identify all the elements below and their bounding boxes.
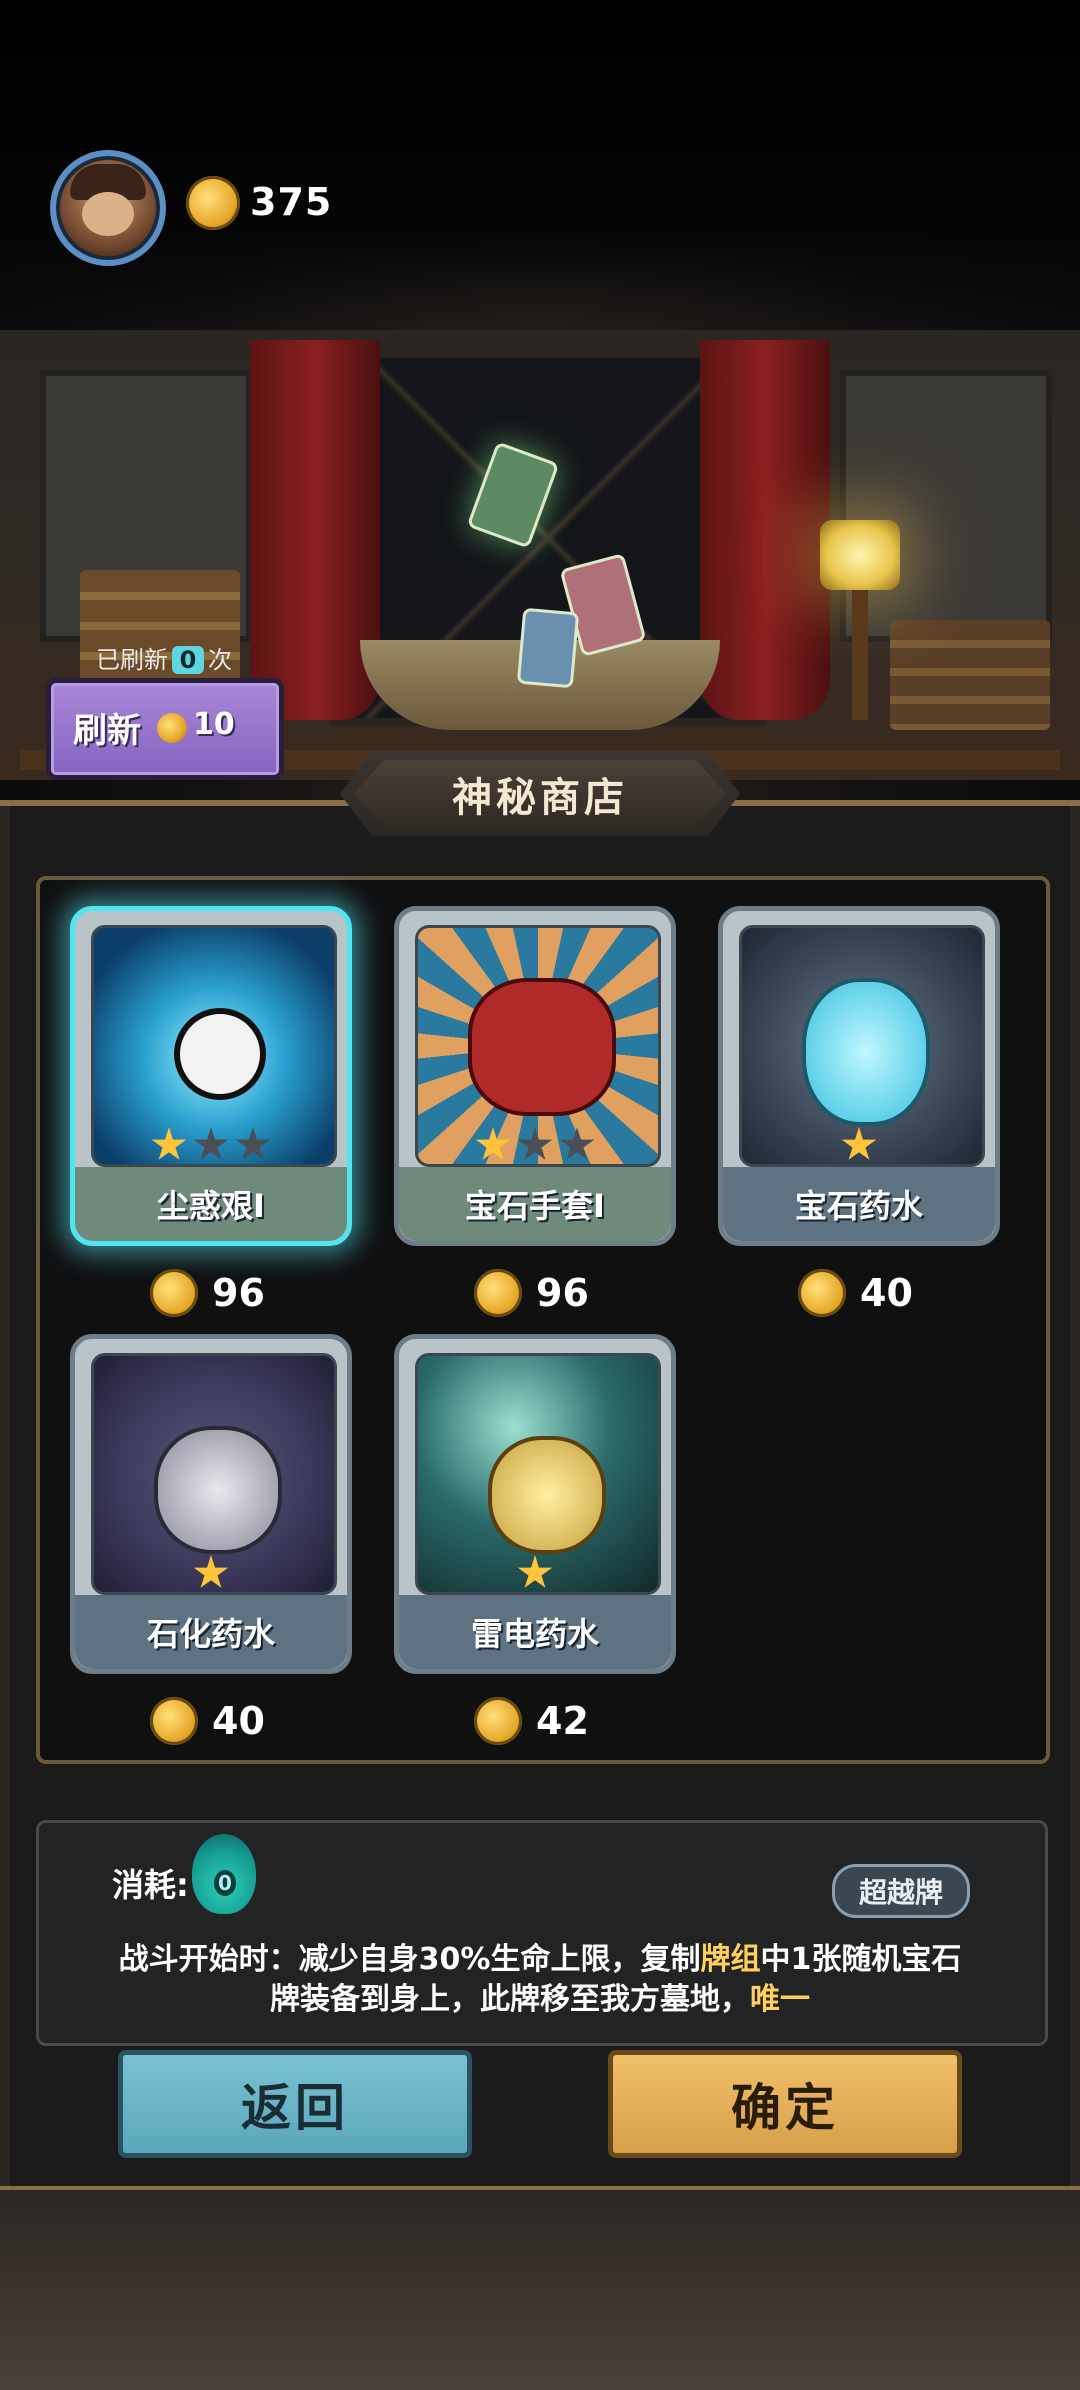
- potion-bottle-icon: [802, 978, 930, 1126]
- star-icon: [559, 1127, 595, 1160]
- desc-highlight: 唯一: [750, 1982, 810, 2017]
- avatar-face: [82, 192, 134, 236]
- refresh-button[interactable]: 刷新 10: [46, 678, 284, 780]
- book-stack-right: [890, 620, 1050, 730]
- coin-icon: [157, 713, 187, 743]
- coin-icon: [798, 1269, 846, 1317]
- panda-meme-icon: [174, 1008, 266, 1100]
- refresh-label: 刷新: [73, 711, 141, 751]
- item-price: 96: [150, 1268, 265, 1318]
- star-icon: [193, 1555, 229, 1588]
- potion-bottle-icon: [154, 1426, 282, 1554]
- shop-screen: 375 已刷新 0 次 刷新 10 神秘商店 尘惑艰I 96 宝石手套I 96 …: [0, 0, 1080, 2390]
- star-icon: [517, 1555, 553, 1588]
- refresh-cost: 10: [193, 707, 235, 742]
- cost-label: 消耗:: [112, 1866, 189, 1904]
- coin-icon: [474, 1697, 522, 1745]
- star-icon: [151, 1127, 187, 1160]
- star-icon: [193, 1127, 229, 1160]
- back-button[interactable]: 返回: [118, 2050, 472, 2158]
- item-name: 宝石药水: [723, 1167, 995, 1241]
- shop-item-card[interactable]: 宝石手套I: [394, 906, 676, 1246]
- star-rating: [75, 1555, 347, 1591]
- floating-card-blue: [516, 607, 580, 689]
- item-price-value: 96: [536, 1271, 589, 1315]
- star-rating: [399, 1127, 671, 1163]
- refresh-count-suffix: 次: [208, 646, 232, 674]
- top-bar: 375: [0, 0, 1080, 330]
- coin-icon: [150, 1697, 198, 1745]
- shop-title: 神秘商店: [452, 775, 628, 821]
- star-icon: [517, 1127, 553, 1160]
- item-name: 尘惑艰I: [75, 1167, 347, 1241]
- wall-panel-right: [840, 370, 1052, 642]
- energy-flame-icon: 0: [192, 1834, 256, 1914]
- energy-cost: 0: [214, 1870, 236, 1896]
- curtain-right: [700, 340, 830, 720]
- coin-icon: [186, 176, 240, 230]
- floor: [0, 2190, 1080, 2390]
- item-price-value: 40: [212, 1699, 265, 1743]
- item-price: 40: [150, 1696, 265, 1746]
- refresh-counter: 已刷新 0 次: [96, 640, 232, 675]
- desc-highlight: 牌组: [700, 1942, 761, 1977]
- card-type-tag: 超越牌: [832, 1864, 970, 1918]
- star-rating: [723, 1127, 995, 1163]
- item-price-value: 96: [212, 1271, 265, 1315]
- item-name: 石化药水: [75, 1595, 347, 1669]
- lamp-stand: [852, 590, 868, 720]
- gauntlet-icon: [468, 978, 616, 1116]
- potion-bottle-icon: [488, 1436, 606, 1554]
- coin-icon: [150, 1269, 198, 1317]
- player-avatar[interactable]: [50, 150, 166, 266]
- shop-item-card[interactable]: 石化药水: [70, 1334, 352, 1674]
- item-price: 96: [474, 1268, 589, 1318]
- item-name: 宝石手套I: [399, 1167, 671, 1241]
- item-price: 40: [798, 1268, 913, 1318]
- shop-item-card[interactable]: 宝石药水: [718, 906, 1000, 1246]
- curtain-left: [250, 340, 380, 720]
- star-rating: [75, 1127, 347, 1163]
- confirm-button[interactable]: 确定: [608, 2050, 962, 2158]
- item-description: 战斗开始时：减少自身30%生命上限，复制牌组中1张随机宝石牌装备到身上，此牌移至…: [110, 1940, 970, 2020]
- star-icon: [841, 1127, 877, 1160]
- refresh-count: 0: [172, 646, 204, 674]
- shop-item-card[interactable]: 尘惑艰I: [70, 906, 352, 1246]
- item-price: 42: [474, 1696, 589, 1746]
- star-rating: [399, 1555, 671, 1591]
- star-icon: [235, 1127, 271, 1160]
- item-name: 雷电药水: [399, 1595, 671, 1669]
- refresh-count-prefix: 已刷新: [96, 646, 168, 674]
- star-icon: [475, 1127, 511, 1160]
- coin-balance: 375: [250, 180, 333, 224]
- desc-part: 战斗开始时：减少自身30%生命上限，复制: [118, 1942, 701, 1977]
- item-price-value: 40: [860, 1271, 913, 1315]
- shop-item-card[interactable]: 雷电药水: [394, 1334, 676, 1674]
- item-price-value: 42: [536, 1699, 589, 1743]
- coin-icon: [474, 1269, 522, 1317]
- lamp-icon: [820, 520, 900, 590]
- shop-title-plate: 神秘商店: [354, 760, 726, 828]
